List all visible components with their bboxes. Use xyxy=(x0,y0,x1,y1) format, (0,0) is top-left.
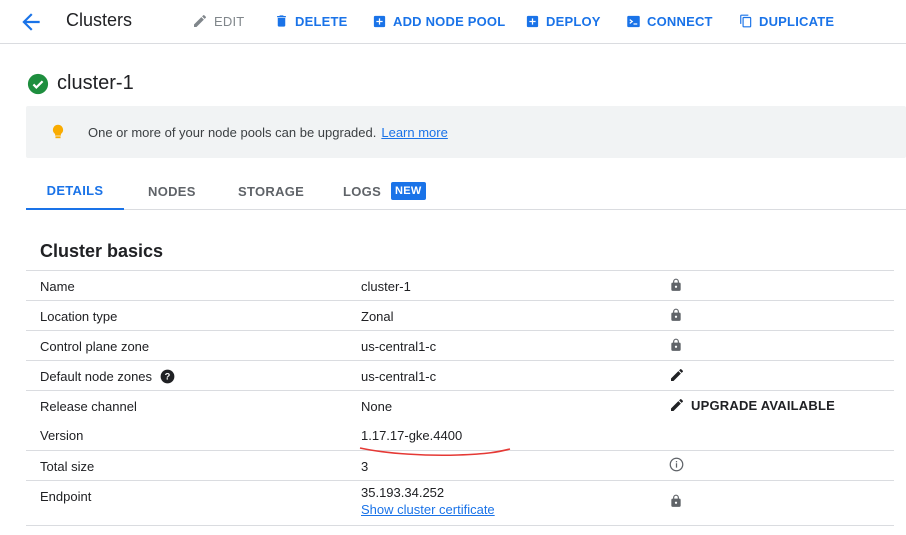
lightbulb-icon xyxy=(52,124,64,139)
info-icon[interactable] xyxy=(669,457,684,472)
red-underline-annotation xyxy=(359,447,511,457)
table-row: Location type Zonal xyxy=(26,300,894,330)
edit-icon[interactable] xyxy=(669,367,685,383)
copy-icon xyxy=(740,14,752,28)
row-label-text: Default node zones xyxy=(40,369,153,384)
table-row: Control plane zone us-central1-c xyxy=(26,330,894,360)
cluster-basics-section: Cluster basics Name cluster-1 Location t… xyxy=(26,226,894,526)
tab-logs[interactable]: LOGS NEW xyxy=(343,172,426,210)
trash-icon xyxy=(277,15,286,27)
edit-label: EDIT xyxy=(214,13,245,29)
edit-button[interactable]: EDIT xyxy=(192,11,244,31)
row-label: Version xyxy=(40,428,84,443)
add-box-icon xyxy=(526,15,539,27)
svg-text:?: ? xyxy=(165,372,171,382)
row-label: Default node zones ? xyxy=(40,369,175,384)
delete-label: DELETE xyxy=(295,13,348,29)
add-box-icon xyxy=(373,15,386,27)
add-node-pool-label: ADD NODE POOL xyxy=(393,13,506,29)
pencil-icon xyxy=(194,14,207,27)
banner-message: One or more of your node pools can be up… xyxy=(88,124,377,140)
row-label: Endpoint xyxy=(40,489,92,504)
lock-icon xyxy=(671,308,681,321)
tab-label: LOGS xyxy=(343,183,382,199)
tab-nodes[interactable]: NODES xyxy=(148,172,196,210)
deploy-button[interactable]: DEPLOY xyxy=(525,11,601,31)
endpoint-value: 35.193.34.252 Show cluster certificate xyxy=(361,484,495,518)
page-title: Clusters xyxy=(66,10,133,30)
connect-label: CONNECT xyxy=(647,13,713,29)
row-value: us-central1-c xyxy=(361,339,437,354)
show-certificate-link[interactable]: Show cluster certificate xyxy=(361,501,495,518)
cluster-heading: cluster-1 xyxy=(27,72,134,95)
tab-details[interactable]: DETAILS xyxy=(26,172,124,210)
table-row: Name cluster-1 xyxy=(26,270,894,300)
terminal-icon xyxy=(627,15,640,27)
tab-label: DETAILS xyxy=(46,182,104,198)
upgrade-available-button[interactable]: UPGRADE AVAILABLE xyxy=(669,397,835,413)
row-value: 3 xyxy=(361,459,369,474)
tab-label: STORAGE xyxy=(238,183,305,199)
learn-more-link[interactable]: Learn more xyxy=(381,125,447,140)
row-label: Name xyxy=(40,279,75,294)
duplicate-button[interactable]: DUPLICATE xyxy=(739,11,834,31)
delete-button[interactable]: DELETE xyxy=(274,11,347,31)
connect-button[interactable]: CONNECT xyxy=(626,11,713,31)
new-badge: NEW xyxy=(391,182,426,200)
add-node-pool-button[interactable]: ADD NODE POOL xyxy=(372,11,505,31)
table-row: Release channel None UPGRADE AVAILABLE xyxy=(26,390,894,420)
arrow-back-icon[interactable] xyxy=(18,9,44,35)
row-value: cluster-1 xyxy=(361,279,411,294)
cluster-name: cluster-1 xyxy=(57,72,134,94)
deploy-label: DEPLOY xyxy=(546,13,601,29)
duplicate-label: DUPLICATE xyxy=(759,13,835,29)
row-value: None xyxy=(361,399,393,414)
tab-bar: DETAILS NODES STORAGE LOGS NEW xyxy=(26,172,906,210)
row-value: 1.17.17-gke.4400 xyxy=(361,428,463,443)
row-label: Location type xyxy=(40,309,118,324)
table-row: Endpoint 35.193.34.252 Show cluster cert… xyxy=(26,480,894,526)
lock-icon xyxy=(671,494,681,507)
row-value: us-central1-c xyxy=(361,369,437,384)
tab-storage[interactable]: STORAGE xyxy=(238,172,304,210)
row-value: Zonal xyxy=(361,309,394,324)
row-label: Total size xyxy=(40,459,95,474)
lock-icon xyxy=(671,278,681,291)
table-row: Default node zones ? us-central1-c xyxy=(26,360,894,390)
row-value: 35.193.34.252 xyxy=(361,485,445,500)
upgrade-banner: One or more of your node pools can be up… xyxy=(26,106,906,158)
upgrade-available-label: UPGRADE AVAILABLE xyxy=(691,397,835,413)
help-icon[interactable]: ? xyxy=(160,369,175,384)
lock-icon xyxy=(671,338,681,351)
section-title: Cluster basics xyxy=(40,241,164,261)
toolbar: Clusters EDIT DELETE ADD NODE POOL DEPLO… xyxy=(0,0,906,44)
tab-label: NODES xyxy=(148,183,196,199)
edit-icon xyxy=(671,398,684,411)
row-label: Control plane zone xyxy=(40,339,150,354)
check-circle-icon xyxy=(27,73,49,94)
row-label: Release channel xyxy=(40,399,137,414)
